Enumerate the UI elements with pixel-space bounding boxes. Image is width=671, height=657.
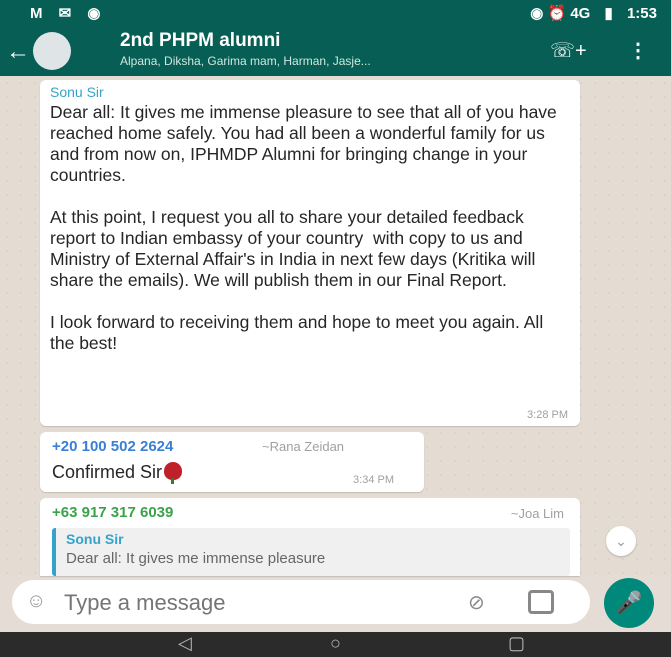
message-time: 3:28 PM (527, 409, 568, 421)
group-avatar[interactable] (33, 32, 71, 70)
message-sender: Sonu Sir (50, 84, 104, 100)
notification-icons: M ✉ ◉ (30, 5, 107, 22)
status-icons: ◉ ⏰ 4G ▮ 1:53 (520, 4, 657, 22)
signal-icons: ◉ ⏰ 4G (530, 5, 591, 22)
sender-number[interactable]: +63 917 317 6039 (52, 504, 173, 521)
sender-name: ~Joa Lim (510, 506, 564, 521)
quoted-text: Dear all: It gives me immense pleasure (66, 550, 326, 567)
mic-icon[interactable]: 🎤 (604, 578, 654, 628)
group-title[interactable]: 2nd PHPM alumni (120, 30, 280, 52)
clock: 1:53 (626, 5, 657, 22)
message-text-content: Confirmed Sir (52, 462, 163, 482)
quoted-message[interactable]: Sonu Sir Dear all: It gives me immense p… (52, 528, 570, 576)
chat-area[interactable]: Sonu Sir Dear all: It gives me immense p… (0, 76, 671, 576)
back-arrow-icon[interactable]: ← (6, 38, 30, 66)
message-bubble[interactable]: +20 100 502 2624 ~Rana Zeidan Confirmed … (40, 432, 424, 492)
rose-emoji-icon (164, 462, 183, 484)
emoji-icon[interactable]: ☺ (26, 590, 46, 613)
nav-back-icon[interactable]: ◁ (178, 633, 192, 654)
message-time: 3:34 PM (353, 474, 394, 486)
nav-home-icon[interactable]: ○ (330, 633, 341, 654)
sender-name: ~Rana Zeidan (262, 439, 345, 454)
group-members[interactable]: Alpana, Diksha, Garima mam, Harman, Jasj… (120, 54, 540, 68)
message-text: Dear all: It gives me immense pleasure t… (50, 102, 557, 353)
nav-recents-icon[interactable]: ▢ (508, 633, 525, 654)
more-options-icon[interactable]: ⋮ (628, 38, 648, 63)
message-bubble[interactable]: Sonu Sir Dear all: It gives me immense p… (40, 80, 580, 426)
status-bar: M ✉ ◉ ◉ ⏰ 4G ▮ 1:53 (0, 0, 671, 26)
message-input-bar: ☺ ⊘ (12, 580, 590, 624)
message-bubble[interactable]: +63 917 317 6039 ~Joa Lim Sonu Sir Dear … (40, 498, 580, 576)
quoted-sender: Sonu Sir (66, 531, 124, 547)
chat-header: ← 2nd PHPM alumni Alpana, Diksha, Garima… (0, 26, 671, 76)
sender-number[interactable]: +20 100 502 2624 (52, 438, 173, 455)
battery-icon: ▮ (604, 5, 613, 22)
message-input[interactable] (62, 586, 426, 620)
attach-icon[interactable]: ⊘ (468, 590, 485, 615)
scroll-down-icon[interactable]: ⌄ (606, 526, 636, 556)
add-call-icon[interactable]: ☏+ (550, 38, 587, 63)
message-text: Confirmed Sir (52, 462, 183, 484)
android-nav-bar: ◁ ○ ▢ (0, 632, 671, 657)
camera-icon[interactable] (528, 590, 554, 614)
